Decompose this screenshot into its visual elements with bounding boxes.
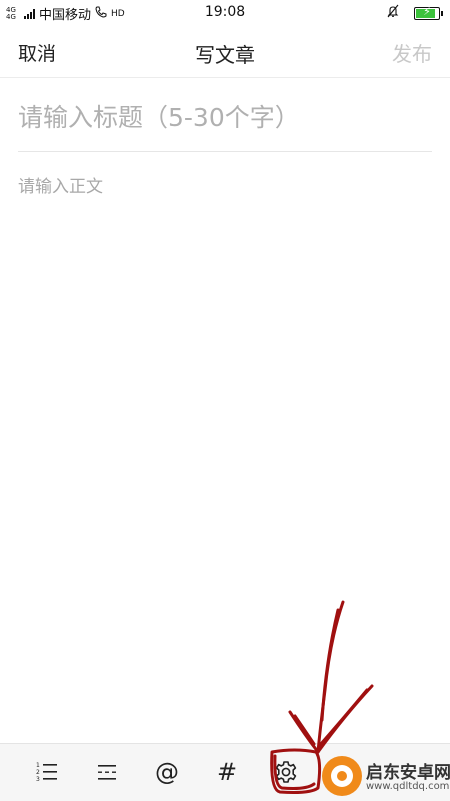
- body-input[interactable]: [18, 172, 432, 732]
- numbered-list-icon: 1 2 3: [35, 761, 59, 783]
- mute-bell-icon: [386, 4, 400, 22]
- gear-icon: [274, 760, 298, 784]
- watermark-name: 启东安卓网: [366, 763, 450, 783]
- title-input[interactable]: [18, 92, 432, 142]
- publish-button[interactable]: 发布: [392, 38, 432, 67]
- watermark: 启东安卓网 www.qdltdq.com: [322, 752, 450, 800]
- nav-bar: 取消 写文章 发布: [0, 24, 450, 78]
- hashtag-icon: #: [216, 758, 238, 786]
- status-right: ⚡: [386, 4, 443, 22]
- battery-icon: ⚡: [414, 4, 443, 20]
- svg-text:2: 2: [36, 769, 40, 776]
- svg-text:3: 3: [36, 776, 40, 783]
- watermark-url: www.qdltdq.com: [366, 781, 450, 792]
- page-title: 写文章: [195, 43, 255, 67]
- charging-bolt-icon: ⚡: [423, 4, 431, 18]
- hashtag-button[interactable]: #: [205, 750, 249, 794]
- divider-line-button[interactable]: [85, 750, 129, 794]
- mention-button[interactable]: @: [145, 750, 189, 794]
- divider-line-icon: [95, 762, 119, 782]
- settings-button[interactable]: [264, 750, 308, 794]
- status-bar: 4G 4G 中国移动 HD 19:08 ⚡: [0, 0, 450, 24]
- svg-text:1: 1: [36, 762, 40, 769]
- status-time: 19:08: [204, 4, 246, 20]
- mention-icon: @: [155, 758, 179, 786]
- title-divider: [18, 151, 432, 152]
- watermark-logo-icon: [322, 756, 362, 796]
- numbered-list-button[interactable]: 1 2 3: [25, 750, 69, 794]
